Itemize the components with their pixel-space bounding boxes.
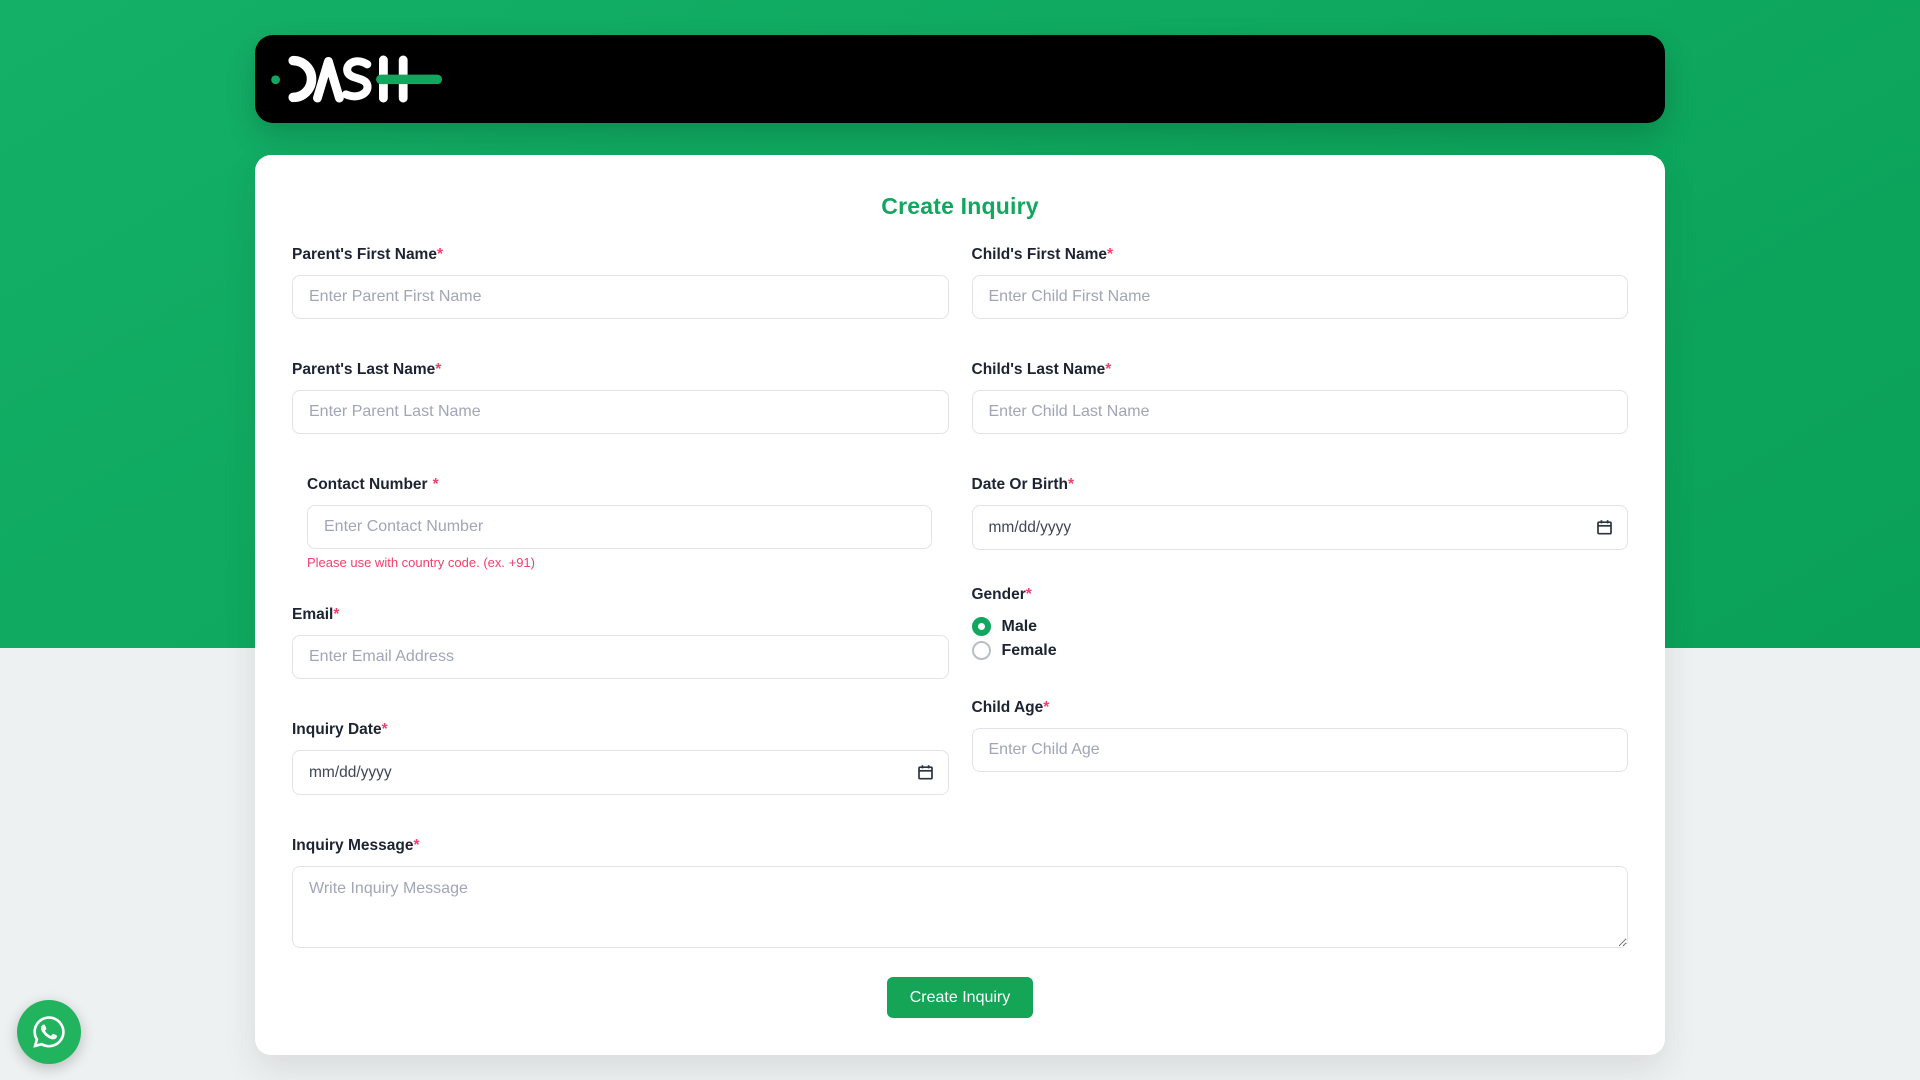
email-group: Email* (292, 606, 949, 679)
required-marker: * (1026, 586, 1032, 603)
create-inquiry-button[interactable]: Create Inquiry (887, 977, 1034, 1018)
contact-number-label: Contact Number * (307, 476, 932, 494)
parent-last-name-input[interactable] (292, 390, 949, 434)
required-marker: * (333, 606, 339, 623)
child-age-label: Child Age* (972, 699, 1629, 717)
parent-first-name-label: Parent's First Name* (292, 246, 949, 264)
child-age-input[interactable] (972, 728, 1629, 772)
parent-first-name-group: Parent's First Name* (292, 246, 949, 319)
required-marker: * (1043, 699, 1049, 716)
date-of-birth-group: Date Or Birth* mm/dd/yyyy (972, 476, 1629, 550)
dash-logo (269, 51, 445, 107)
child-last-name-input[interactable] (972, 390, 1629, 434)
inquiry-date-group: Inquiry Date* mm/dd/yyyy (292, 721, 949, 795)
form-columns: Parent's First Name* Parent's Last Name*… (292, 246, 1628, 837)
email-input[interactable] (292, 635, 949, 679)
label-text: Gender (972, 586, 1026, 603)
child-first-name-input[interactable] (972, 275, 1629, 319)
child-first-name-group: Child's First Name* (972, 246, 1629, 319)
label-text: Email (292, 606, 333, 623)
inquiry-date-label: Inquiry Date* (292, 721, 949, 739)
label-text: Date Or Birth (972, 476, 1068, 493)
date-placeholder-text: mm/dd/yyyy (989, 519, 1072, 537)
inquiry-card: Create Inquiry Parent's First Name* Pare… (255, 155, 1665, 1055)
radio-female-label: Female (1002, 642, 1057, 660)
calendar-icon[interactable] (917, 764, 934, 781)
calendar-icon[interactable] (1596, 519, 1613, 536)
required-marker: * (435, 361, 441, 378)
required-marker: * (1068, 476, 1074, 493)
date-of-birth-label: Date Or Birth* (972, 476, 1629, 494)
child-last-name-group: Child's Last Name* (972, 361, 1629, 434)
gender-option-male[interactable]: Male (972, 617, 1629, 636)
whatsapp-button[interactable] (17, 1000, 81, 1064)
required-marker: * (433, 476, 439, 493)
content-shell: Create Inquiry Parent's First Name* Pare… (255, 0, 1665, 1055)
inquiry-date-input[interactable]: mm/dd/yyyy (292, 750, 949, 795)
label-text: Inquiry Message (292, 837, 413, 854)
inquiry-message-textarea[interactable] (292, 866, 1628, 948)
left-column: Parent's First Name* Parent's Last Name*… (292, 246, 949, 837)
date-placeholder-text: mm/dd/yyyy (309, 764, 392, 782)
right-column: Child's First Name* Child's Last Name* D… (972, 246, 1629, 837)
inquiry-message-group: Inquiry Message* (292, 837, 1628, 953)
required-marker: * (382, 721, 388, 738)
contact-number-helper: Please use with country code. (ex. +91) (307, 555, 932, 570)
whatsapp-icon (31, 1014, 67, 1050)
required-marker: * (437, 246, 443, 263)
dash-logo-graphic (269, 51, 445, 107)
child-last-name-label: Child's Last Name* (972, 361, 1629, 379)
gender-label: Gender* (972, 586, 1629, 604)
form-actions: Create Inquiry (292, 977, 1628, 1018)
label-text: Contact Number (307, 476, 428, 493)
email-label: Email* (292, 606, 949, 624)
label-text: Parent's Last Name (292, 361, 435, 378)
label-text: Inquiry Date (292, 721, 382, 738)
required-marker: * (1107, 246, 1113, 263)
label-text: Parent's First Name (292, 246, 437, 263)
date-of-birth-input[interactable]: mm/dd/yyyy (972, 505, 1629, 550)
required-marker: * (1105, 361, 1111, 378)
radio-female[interactable] (972, 641, 991, 660)
contact-number-input[interactable] (307, 505, 932, 549)
parent-last-name-group: Parent's Last Name* (292, 361, 949, 434)
header-bar (255, 35, 1665, 123)
contact-number-group: Contact Number * Please use with country … (292, 476, 949, 570)
gender-option-female[interactable]: Female (972, 641, 1629, 660)
inquiry-message-label: Inquiry Message* (292, 837, 1628, 855)
child-age-group: Child Age* (972, 699, 1629, 772)
label-text: Child Age (972, 699, 1044, 716)
parent-last-name-label: Parent's Last Name* (292, 361, 949, 379)
page-title: Create Inquiry (292, 193, 1628, 220)
label-text: Child's Last Name (972, 361, 1106, 378)
required-marker: * (413, 837, 419, 854)
radio-male[interactable] (972, 617, 991, 636)
parent-first-name-input[interactable] (292, 275, 949, 319)
radio-male-label: Male (1002, 618, 1038, 636)
label-text: Child's First Name (972, 246, 1107, 263)
gender-group: Gender* Male Female (972, 586, 1629, 660)
child-first-name-label: Child's First Name* (972, 246, 1629, 264)
